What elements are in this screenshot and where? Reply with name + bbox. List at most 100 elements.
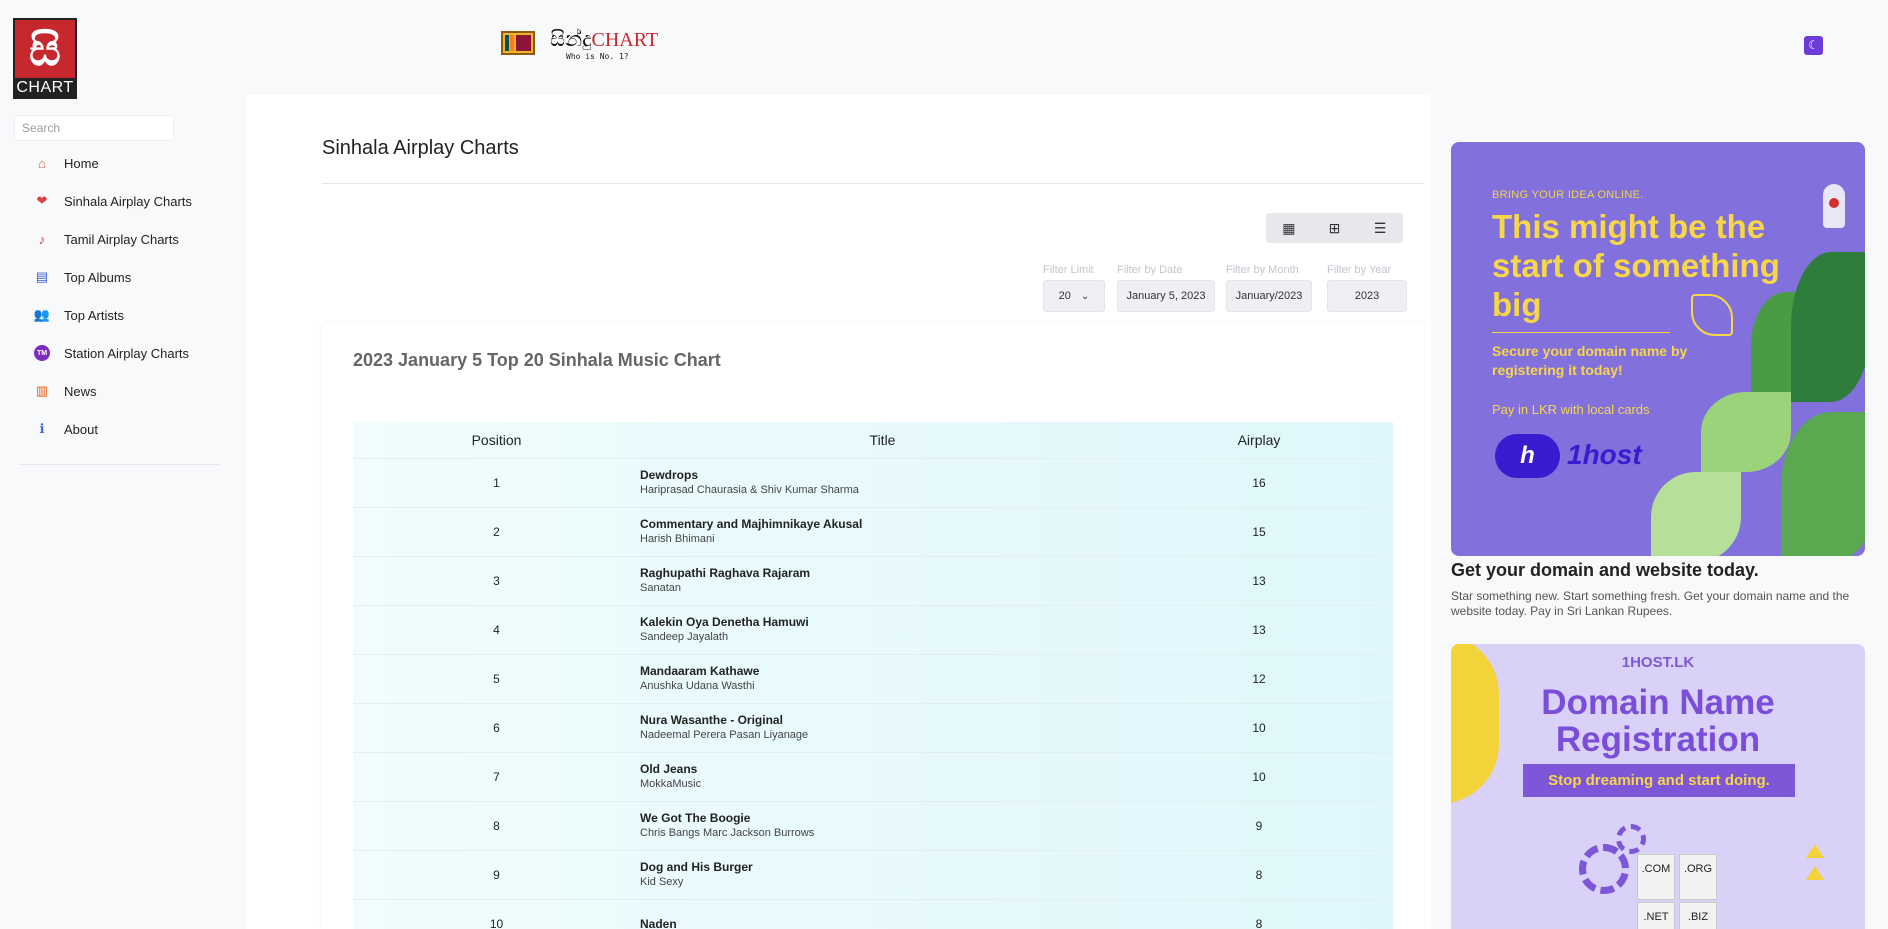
table-row[interactable]: 9 Dog and His Burger Kid Sexy 8 — [353, 851, 1393, 900]
ad1-divider — [1492, 332, 1670, 333]
domain-registration-ad[interactable]: 1HOST.LK Domain Name Registration Stop d… — [1451, 644, 1865, 929]
brand-logo[interactable]: සින්දුCHART — [550, 27, 658, 52]
sidebar-item-top-albums[interactable]: ▤ Top Albums — [0, 258, 225, 296]
song-artist: MokkaMusic — [640, 778, 702, 790]
plant-leaf — [1791, 252, 1865, 402]
table-row[interactable]: 8 We Got The Boogie Chris Bangs Marc Jacks… — [353, 802, 1393, 851]
title-cell: Kalekin Oya Denetha Hamuwi Sandeep Jayala… — [640, 615, 1125, 645]
song-artist: Anushka Udana Wasthi — [640, 680, 755, 692]
position-cell: 5 — [493, 672, 500, 686]
sidebar-item-station-airplay-charts[interactable]: TM Station Airplay Charts — [0, 334, 225, 372]
song-artist: Nadeemal Perera Pasan Liyanage — [640, 729, 809, 741]
ad2-site: 1HOST.LK — [1621, 654, 1695, 671]
song-title: Nura Wasanthe - Original — [640, 713, 783, 727]
title-cell: Naden — [640, 917, 1125, 929]
limit-value: 20 — [1058, 290, 1071, 302]
books-icon: ▥ — [35, 383, 49, 398]
ad1-payment-note: Pay in LKR with local cards — [1492, 402, 1650, 417]
tld-tile: .NET — [1637, 902, 1675, 929]
film-icon: ▤ — [35, 269, 49, 284]
tld-tile: .ORG — [1679, 854, 1717, 900]
table-row[interactable]: 10 Naden 8 — [353, 900, 1393, 929]
title-cell: Old Jeans MokkaMusic — [640, 762, 1125, 792]
grid-view-button[interactable]: ⊞ — [1312, 213, 1358, 243]
title-cell: Nura Wasanthe - Original Nadeemal Perera … — [640, 713, 1125, 743]
sidebar-item-sinhala-airplay-charts[interactable]: ❤ Sinhala Airplay Charts — [0, 182, 225, 220]
music-note-icon: ♪ — [38, 231, 46, 247]
filter-date-label: Filter by Date — [1117, 264, 1183, 276]
position-cell: 8 — [493, 819, 500, 833]
sidebar-item-label: About — [64, 421, 98, 437]
song-artist: Chris Bangs Marc Jackson Burrows — [640, 827, 815, 839]
airplay-cell: 9 — [1255, 819, 1263, 833]
home-icon: ⌂ — [38, 155, 46, 171]
song-artist: Hariprasad Chaurasia & Shiv Kumar Sharma — [640, 484, 859, 496]
table-row[interactable]: 1 Dewdrops Hariprasad Chaurasia & Shiv Kum… — [353, 459, 1393, 508]
table-row[interactable]: 5 Mandaaram Kathawe Anushka Udana Wasthi 12 — [353, 655, 1393, 704]
limit-select[interactable]: 20 ⌄ — [1043, 280, 1105, 312]
title-cell: Dog and His Burger Kid Sexy — [640, 860, 1125, 890]
dark-mode-toggle[interactable]: ☾ — [1804, 36, 1823, 55]
sidebar-item-news[interactable]: ▥ News — [0, 372, 225, 410]
filter-month: Filter by Month January/2023 — [1226, 264, 1312, 312]
grid-icon: ⊞ — [1328, 219, 1341, 236]
table-row[interactable]: 6 Nura Wasanthe - Original Nadeemal Perera… — [353, 704, 1393, 753]
sidebar-item-home[interactable]: ⌂ Home — [0, 144, 225, 182]
rocket-icon — [1823, 184, 1845, 228]
airplay-cell: 15 — [1252, 525, 1266, 539]
ad1-caption[interactable]: Get your domain and website today. — [1451, 560, 1759, 581]
song-title: Dog and His Burger — [640, 860, 753, 874]
title-divider — [322, 183, 1424, 184]
position-cell: 6 — [493, 721, 500, 735]
gear-icon — [1616, 824, 1646, 854]
position-cell: 9 — [493, 868, 500, 882]
song-title: Mandaaram Kathawe — [640, 664, 760, 678]
title-header: Title — [869, 432, 896, 448]
month-input[interactable]: January/2023 — [1226, 280, 1312, 312]
song-artist: Sandeep Jayalath — [640, 631, 729, 643]
onehost-brand: 1host — [1567, 439, 1642, 470]
song-title: Raghupathi Raghava Rajaram — [640, 566, 811, 580]
list-view-button[interactable]: ☰ — [1357, 213, 1403, 243]
table-view-button[interactable]: ▦ — [1266, 213, 1312, 243]
logo-text: CHART — [15, 78, 75, 97]
sidebar-item-label: Tamil Airplay Charts — [64, 231, 179, 247]
gear-icon — [1579, 844, 1629, 894]
search-input[interactable] — [14, 115, 174, 141]
chart-title: 2023 January 5 Top 20 Sinhala Music Char… — [353, 350, 721, 370]
brand-tagline: Who is No. 1? — [566, 52, 629, 61]
airplay-cell: 12 — [1252, 672, 1266, 686]
table-row[interactable]: 4 Kalekin Oya Denetha Hamuwi Sandeep Jayal… — [353, 606, 1393, 655]
title-cell: Mandaaram Kathawe Anushka Udana Wasthi — [640, 664, 1125, 694]
table-row[interactable]: 7 Old Jeans MokkaMusic 10 — [353, 753, 1393, 802]
heart-icon: ❤ — [36, 193, 48, 208]
airplay-cell: 16 — [1252, 476, 1266, 490]
song-artist: Harish Bhimani — [640, 533, 715, 545]
position-cell: 4 — [493, 623, 500, 637]
triangle-shape — [1806, 866, 1824, 880]
sidebar-item-top-artists[interactable]: 👥 Top Artists — [0, 296, 225, 334]
position-cell: 1 — [493, 476, 500, 490]
sidebar-nav: ⌂ Home ❤ Sinhala Airplay Charts ♪ Tamil Airpl… — [0, 144, 225, 448]
airplay-header: Airplay — [1237, 432, 1281, 448]
sidebar-divider — [18, 464, 220, 465]
tm-badge-icon: TM — [34, 345, 50, 361]
ad2-cta-button[interactable]: Stop dreaming and start doing. — [1523, 764, 1795, 797]
site-logo[interactable]: සි CHART — [13, 18, 77, 99]
sidebar-item-about[interactable]: ℹ About — [0, 410, 225, 448]
page-title: Sinhala Airplay Charts — [322, 137, 519, 159]
table-row[interactable]: 3 Raghupathi Raghava Rajaram Sanatan 13 — [353, 557, 1393, 606]
year-input[interactable]: 2023 — [1327, 280, 1407, 312]
song-title: We Got The Boogie — [640, 811, 751, 825]
table-row[interactable]: 2 Commentary and Majhimnikaye Akusal Haris… — [353, 508, 1393, 557]
title-cell: We Got The Boogie Chris Bangs Marc Jackso… — [640, 811, 1125, 841]
sidebar-item-tamil-airplay-charts[interactable]: ♪ Tamil Airplay Charts — [0, 220, 225, 258]
plant-leaf — [1781, 412, 1865, 556]
moon-icon: ☾ — [1808, 38, 1819, 52]
ad1-description: Star something new. Start something fres… — [1451, 589, 1850, 618]
date-input[interactable]: January 5, 2023 — [1117, 280, 1215, 312]
sidebar-item-label: Home — [64, 155, 99, 171]
onehost-logo-mark: h — [1495, 434, 1560, 478]
chevron-down-icon: ⌄ — [1080, 290, 1090, 302]
domain-ad-banner[interactable]: BRING YOUR IDEA ONLINE. This might be th… — [1451, 142, 1865, 556]
